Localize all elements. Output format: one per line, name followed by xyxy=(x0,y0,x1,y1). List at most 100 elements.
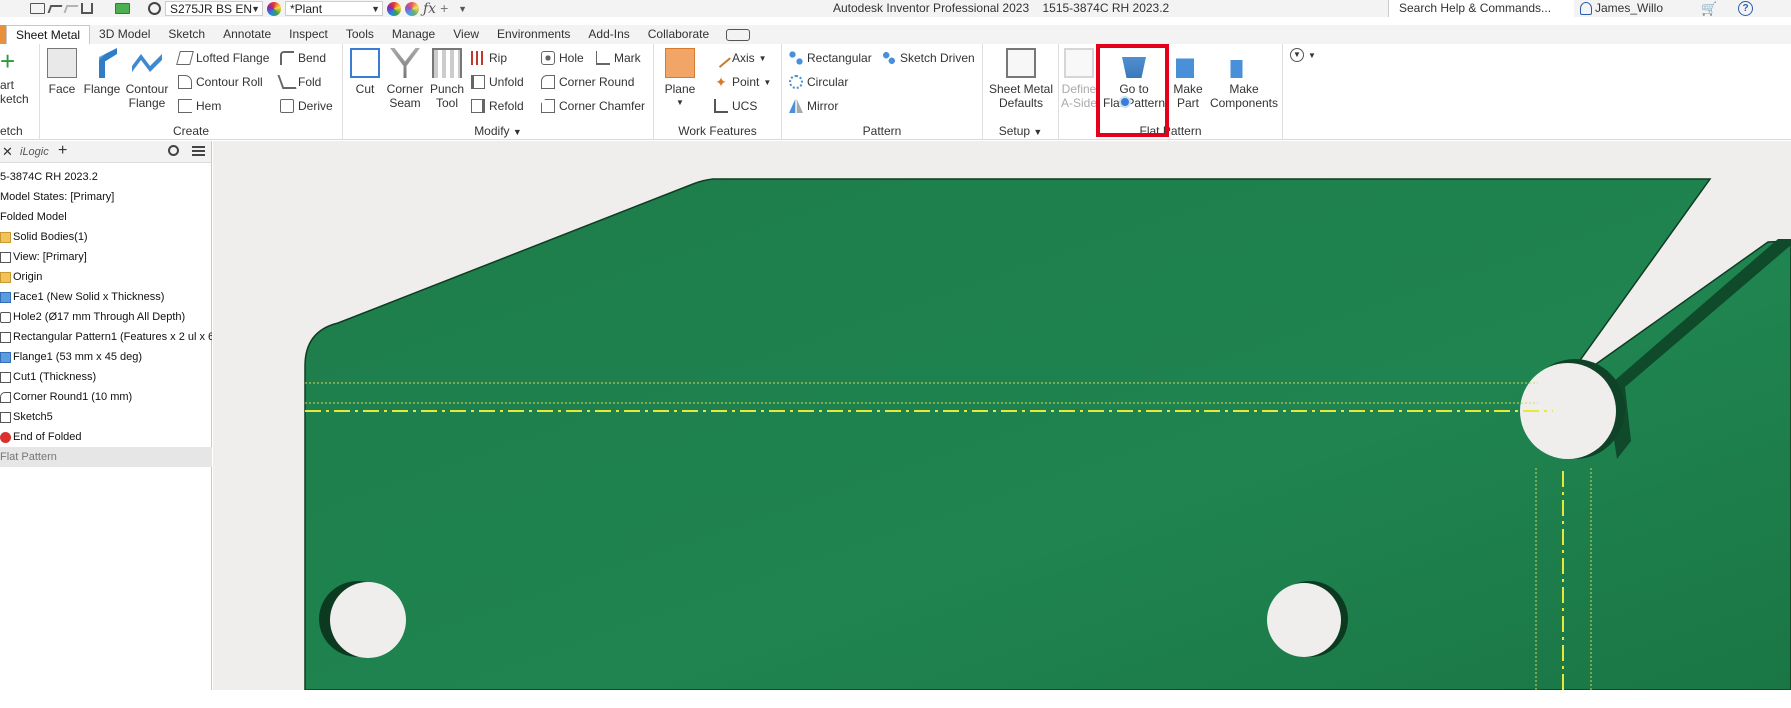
tab-manage[interactable]: Manage xyxy=(383,25,444,44)
derive-button[interactable]: Derive xyxy=(280,99,333,113)
chevron-down-icon: ▼ xyxy=(763,77,772,87)
tree-item-end-of-folded[interactable]: End of Folded xyxy=(0,427,212,447)
appearance-dropdown[interactable]: *Plant ▼ xyxy=(285,1,383,16)
tab-add-ins[interactable]: Add-Ins xyxy=(579,25,638,44)
tab-view[interactable]: View xyxy=(444,25,488,44)
punch-tool-label-2: Tool xyxy=(435,96,458,110)
lofted-flange-button[interactable]: Lofted Flange xyxy=(176,51,269,65)
tree-item-corner-round1[interactable]: Corner Round1 (10 mm) xyxy=(0,387,212,407)
fold-button[interactable]: Fold xyxy=(277,75,321,89)
unfold-label: Unfold xyxy=(489,75,524,89)
make-part-button[interactable]: Make Part xyxy=(1169,48,1207,110)
axis-button[interactable]: Axis ▼ xyxy=(711,48,767,68)
work-features-panel: Plane ▼ Axis ▼ ✦ Point ▼ UCS Work Featur… xyxy=(654,44,782,140)
user-menu[interactable]: James_Willo xyxy=(1580,1,1663,15)
ucs-button[interactable]: UCS xyxy=(714,99,757,113)
face-button[interactable]: Face xyxy=(45,48,79,96)
add-tab-icon[interactable]: + xyxy=(58,142,67,160)
punch-tool-button[interactable]: Punch Tool xyxy=(427,48,467,110)
hole-button[interactable]: Hole xyxy=(541,51,584,65)
mark-button[interactable]: Mark xyxy=(596,51,641,65)
tree-item-origin[interactable]: Origin xyxy=(0,267,212,287)
menu-icon[interactable] xyxy=(192,146,205,156)
bend-button[interactable]: Bend xyxy=(280,51,326,65)
corner-seam-label-2: Seam xyxy=(389,96,421,110)
help-icon[interactable]: ? xyxy=(1738,1,1753,16)
close-icon[interactable]: ✕ xyxy=(2,144,13,160)
sheet-metal-defaults-button[interactable]: Sheet Metal Defaults xyxy=(987,48,1055,110)
tree-item-root[interactable]: 5-3874C RH 2023.2 xyxy=(0,167,212,187)
tab-sheet-metal[interactable]: Sheet Metal xyxy=(6,25,91,44)
tree-item-rectangular-pattern1[interactable]: Rectangular Pattern1 (Features x 2 ul x … xyxy=(0,327,212,347)
tree-item-cut1[interactable]: Cut1 (Thickness) xyxy=(0,367,212,387)
tree-item-hole2[interactable]: Hole2 (Ø17 mm Through All Depth) xyxy=(0,307,212,327)
tab-inspect[interactable]: Inspect xyxy=(280,25,337,44)
tab-3d-model[interactable]: 3D Model xyxy=(90,25,159,44)
corner-round-button[interactable]: Corner Round xyxy=(541,75,634,89)
ribbon-options-button[interactable]: ▼ ▼ xyxy=(1290,48,1316,62)
mirror-button[interactable]: Mirror xyxy=(789,99,838,113)
hem-button[interactable]: Hem xyxy=(178,99,221,113)
tab-environments[interactable]: Environments xyxy=(488,25,579,44)
customize-icon[interactable]: ▼ xyxy=(458,2,472,16)
adjust-appearance-icon[interactable] xyxy=(405,1,419,16)
contour-flange-button[interactable]: Contour Flange xyxy=(124,48,170,110)
plane-button[interactable]: Plane ▼ xyxy=(662,48,698,110)
tab-collaborate[interactable]: Collaborate xyxy=(639,25,718,44)
tree-item-flat-pattern[interactable]: Flat Pattern xyxy=(0,447,212,467)
tab-tools[interactable]: Tools xyxy=(337,25,383,44)
refold-label: Refold xyxy=(489,99,524,113)
tree-item-model-states[interactable]: Model States: [Primary] xyxy=(0,187,212,207)
corner-chamfer-button[interactable]: Corner Chamfer xyxy=(541,99,645,113)
open-folder-icon[interactable] xyxy=(30,3,45,14)
ribbon-display-toggle[interactable] xyxy=(726,29,751,41)
cart-icon[interactable]: 🛒 xyxy=(1701,1,1717,17)
redo-icon[interactable] xyxy=(63,4,79,13)
home-icon[interactable] xyxy=(81,3,93,14)
tree-item-face1[interactable]: Face1 (New Solid x Thickness) xyxy=(0,287,212,307)
update-icon[interactable] xyxy=(115,3,130,14)
refold-button[interactable]: Refold xyxy=(471,99,524,113)
graphics-viewport[interactable] xyxy=(213,141,1791,690)
tree-item-label: Flange1 (53 mm x 45 deg) xyxy=(13,351,143,363)
tree-item-view[interactable]: View: [Primary] xyxy=(0,247,212,267)
start-sketch-button[interactable]: + art ketch xyxy=(0,48,36,106)
plus-icon[interactable]: + xyxy=(440,1,454,16)
app-name: Autodesk Inventor Professional 2023 xyxy=(833,1,1030,15)
chevron-down-icon: ▼ xyxy=(251,3,260,14)
tree-item-solid-bodies[interactable]: Solid Bodies(1) xyxy=(0,227,212,247)
tab-sketch[interactable]: Sketch xyxy=(159,25,214,44)
tree-item-label: 5-3874C RH 2023.2 xyxy=(0,171,98,183)
options-circle-icon: ▼ xyxy=(1290,48,1304,62)
make-part-label-1: Make xyxy=(1173,82,1203,96)
point-button[interactable]: ✦ Point ▼ xyxy=(714,75,771,89)
material-dropdown[interactable]: S275JR BS EN ▼ xyxy=(165,1,263,16)
rectangular-pattern-button[interactable]: Rectangular xyxy=(789,51,872,65)
tree-item-flange1[interactable]: Flange1 (53 mm x 45 deg) xyxy=(0,347,212,367)
ilogic-tab[interactable]: iLogic xyxy=(20,146,49,158)
contour-roll-button[interactable]: Contour Roll xyxy=(178,75,263,89)
rip-button[interactable]: Rip xyxy=(471,51,507,65)
clear-appearance-icon[interactable] xyxy=(387,1,401,16)
tab-annotate[interactable]: Annotate xyxy=(214,25,280,44)
tree-item-folded-model[interactable]: Folded Model xyxy=(0,207,212,227)
tree-item-sketch5[interactable]: Sketch5 xyxy=(0,407,212,427)
search-help-input[interactable]: Search Help & Commands... xyxy=(1388,0,1574,17)
sketch-driven-pattern-button[interactable]: Sketch Driven xyxy=(882,51,975,65)
search-icon[interactable] xyxy=(168,145,179,156)
select-icon[interactable] xyxy=(97,2,111,15)
make-components-button[interactable]: Make Components xyxy=(1207,48,1281,110)
flat-pattern-icon xyxy=(1122,57,1146,78)
circular-pattern-button[interactable]: Circular xyxy=(789,75,848,89)
go-to-flat-pattern-button[interactable]: Go to Flat Pattern xyxy=(1101,48,1167,110)
flange-button[interactable]: Flange xyxy=(82,48,122,96)
define-label-1: Define xyxy=(1061,82,1097,96)
cut-button[interactable]: Cut xyxy=(348,48,382,96)
modify-panel-title[interactable]: Modify ▼ xyxy=(343,124,653,138)
fx-parameters-icon[interactable]: ƒx xyxy=(423,1,436,17)
undo-icon[interactable] xyxy=(47,4,63,13)
setup-panel-title[interactable]: Setup ▼ xyxy=(983,124,1058,138)
unfold-button[interactable]: Unfold xyxy=(471,75,524,89)
corner-seam-button[interactable]: Corner Seam xyxy=(384,48,426,110)
user-icon xyxy=(1580,1,1592,15)
